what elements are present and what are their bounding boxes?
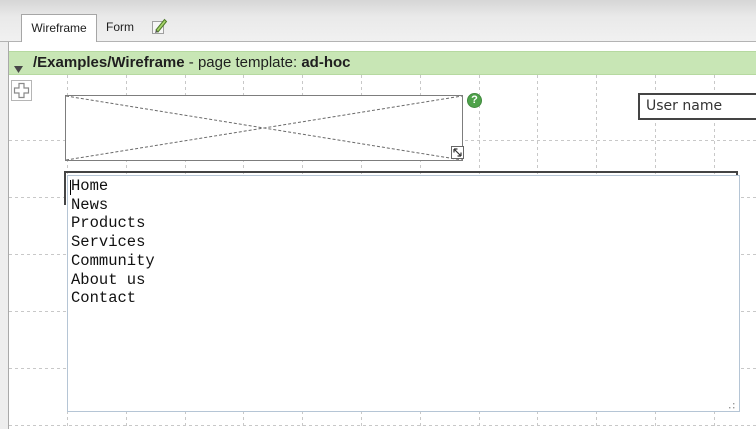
menu-line: Community [71, 251, 155, 270]
menu-textarea-content[interactable]: Home News Products Services Community About u… [68, 176, 739, 411]
menu-line: Contact [71, 289, 137, 308]
menu-line: Products [71, 214, 146, 233]
menu-line: Home [71, 177, 109, 195]
pencil-icon[interactable] [150, 17, 168, 35]
page-title: /Examples/Wireframe - page template: ad-… [33, 52, 351, 74]
placeholder-cross [66, 96, 462, 160]
user-name-field[interactable]: User name [638, 93, 756, 120]
menu-line: About us [71, 270, 146, 289]
tab-wireframe[interactable]: Wireframe [21, 14, 97, 42]
tab-bar: Wireframe Form [0, 0, 756, 42]
menu-textarea[interactable]: Home News Products Services Community About u… [67, 175, 740, 412]
tab-form[interactable]: Form [99, 14, 141, 41]
plus-icon[interactable] [11, 80, 32, 101]
text-caret [70, 180, 71, 195]
template-name: ad-hoc [301, 54, 351, 71]
image-placeholder[interactable] [65, 95, 463, 161]
triangle-down-icon[interactable] [14, 60, 23, 73]
template-separator: - page template: [184, 54, 302, 71]
wireframe-canvas[interactable]: ? User name Home News Products Services Comm… [9, 75, 756, 429]
resize-icon[interactable] [451, 146, 464, 159]
help-icon[interactable]: ? [467, 93, 482, 108]
menu-line: Services [71, 233, 146, 252]
page-header: /Examples/Wireframe - page template: ad-… [9, 51, 756, 75]
resize-grip-icon[interactable] [726, 398, 735, 409]
menu-line: News [71, 195, 109, 214]
page-path[interactable]: /Examples/Wireframe [33, 54, 185, 71]
